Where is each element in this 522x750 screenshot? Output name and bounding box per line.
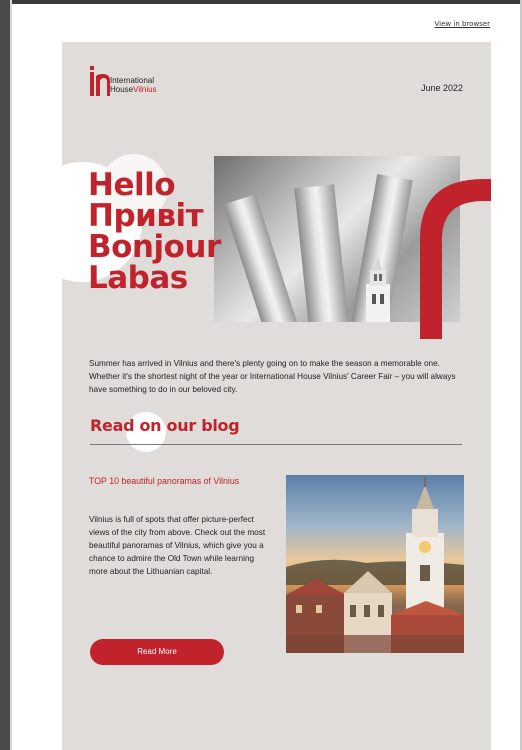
brand-logo[interactable]: International HouseVilnius xyxy=(88,64,178,100)
hero-photo-column xyxy=(223,194,299,322)
view-in-browser-link[interactable]: View in browser xyxy=(435,20,490,28)
logo-wordmark: International HouseVilnius xyxy=(110,76,157,94)
article-photo-vilnius-panorama[interactable] xyxy=(286,475,464,653)
greeting-french: Bonjour xyxy=(88,229,221,265)
hero-decor-arch xyxy=(420,179,491,339)
read-more-button[interactable]: Read More xyxy=(90,639,224,665)
email-card: International HouseVilnius June 2022 Hel… xyxy=(62,42,491,750)
window-frame-top xyxy=(0,0,522,4)
logo-line-2: HouseVilnius xyxy=(110,85,157,94)
greeting-lithuanian: Labas xyxy=(88,260,188,296)
blog-section-heading: Read on our blog xyxy=(90,416,240,435)
article-title-link[interactable]: TOP 10 beautiful panoramas of Vilnius xyxy=(89,476,259,486)
logo-mark-icon xyxy=(90,66,110,96)
logo-house: House xyxy=(110,85,134,94)
panorama-illustration xyxy=(286,477,464,653)
greeting-english: Hello xyxy=(88,167,176,203)
article-summary: Vilnius is full of spots that offer pict… xyxy=(89,515,266,577)
intro-paragraph: Summer has arrived in Vilnius and there'… xyxy=(89,359,456,395)
window-frame-left xyxy=(0,0,10,750)
blog-divider xyxy=(90,444,462,445)
hero-photo-belltower xyxy=(366,256,390,322)
hero-greetings: Hello Привіт Bonjour Labas xyxy=(88,170,221,294)
issue-date: June 2022 xyxy=(420,83,463,93)
window-frame-divider xyxy=(10,0,12,750)
greeting-ukrainian: Привіт xyxy=(88,198,204,234)
logo-line-1: International xyxy=(110,76,155,85)
logo-vilnius: Vilnius xyxy=(133,85,157,94)
hero-photo-column xyxy=(294,184,350,322)
